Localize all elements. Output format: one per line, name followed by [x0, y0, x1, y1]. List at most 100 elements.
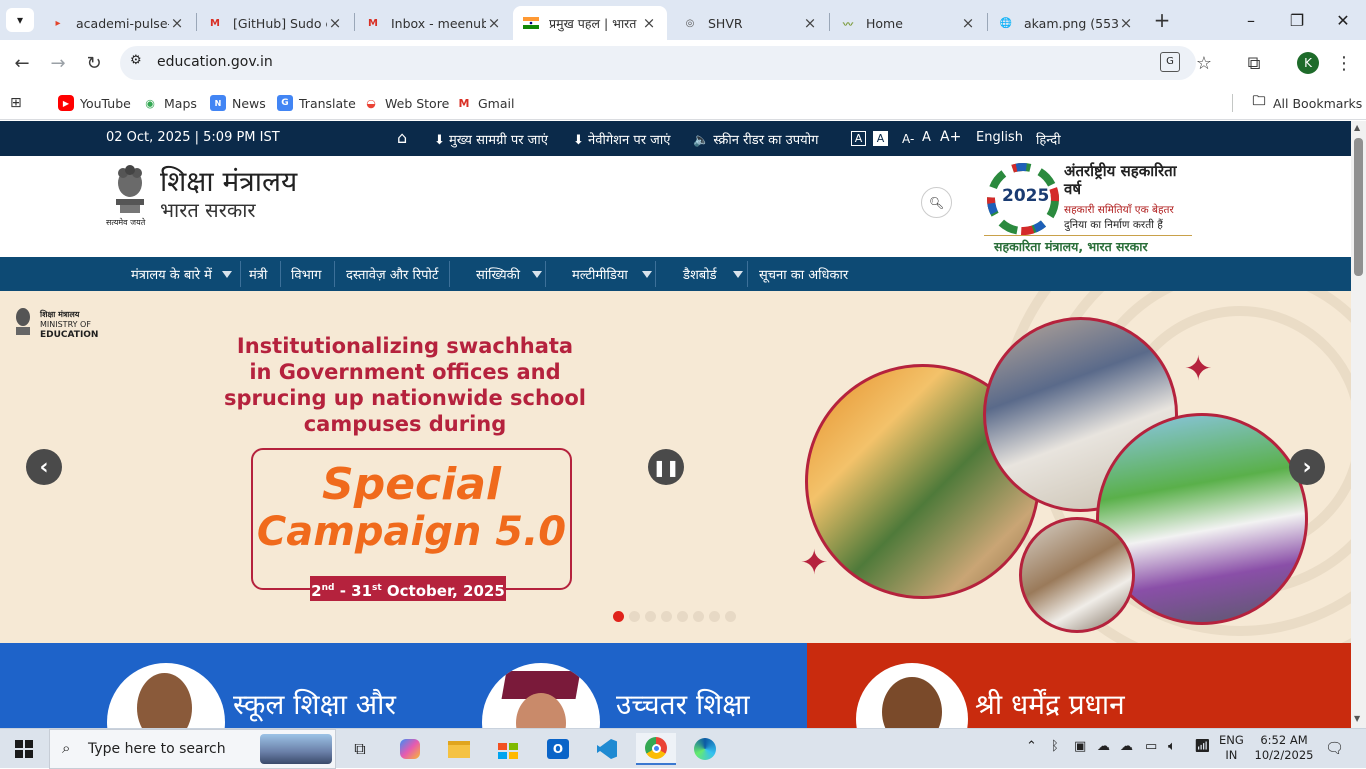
- bookmark-maps[interactable]: ◉ Maps: [142, 92, 197, 114]
- close-icon[interactable]: ×: [641, 14, 657, 32]
- nav-documents[interactable]: दस्तावेज़ और रिपोर्ट: [346, 265, 438, 283]
- nav-minister[interactable]: मंत्री: [249, 265, 267, 283]
- page-scrollbar[interactable]: ▲ ▼: [1351, 121, 1366, 728]
- tab-search-button[interactable]: ▾: [6, 8, 34, 32]
- start-button[interactable]: [4, 733, 44, 765]
- slider-dot[interactable]: [725, 611, 736, 622]
- ministry-title[interactable]: शिक्षा मंत्रालय: [160, 162, 297, 200]
- skip-nav-link[interactable]: ⬇ नेवीगेशन पर जाएं: [573, 130, 670, 148]
- extensions-icon[interactable]: ⧉: [1241, 50, 1267, 76]
- slider-next-button[interactable]: ›: [1289, 449, 1325, 485]
- menu-kebab-icon[interactable]: ⋮: [1331, 50, 1357, 76]
- slider-dot[interactable]: [629, 611, 640, 622]
- close-icon[interactable]: ×: [1118, 14, 1134, 32]
- national-emblem[interactable]: सत्यमेव जयते: [106, 161, 152, 227]
- nav-statistics[interactable]: सांख्यिकी: [476, 265, 520, 283]
- close-icon[interactable]: ×: [486, 14, 502, 32]
- tray-network-off-icon[interactable]: ☁: [1097, 739, 1110, 754]
- slider-dot[interactable]: [677, 611, 688, 622]
- bookmark-news[interactable]: N News: [210, 92, 266, 114]
- screen-reader-link[interactable]: 🔈 स्क्रीन रीडर का उपयोग: [693, 130, 818, 148]
- close-icon[interactable]: ×: [327, 14, 343, 32]
- clock[interactable]: 6:52 AM 10/2/2025: [1254, 733, 1314, 763]
- slider-dot[interactable]: [613, 611, 624, 622]
- wifi-icon[interactable]: 📶︎: [1194, 739, 1211, 754]
- ms-store-icon[interactable]: [488, 733, 528, 765]
- nav-departments[interactable]: विभाग: [291, 265, 321, 283]
- dropdown-arrow-icon[interactable]: [642, 271, 652, 278]
- input-language[interactable]: ENG IN: [1219, 733, 1244, 763]
- bookmark-translate[interactable]: G Translate: [277, 92, 356, 114]
- tray-meet-icon[interactable]: ▣: [1074, 739, 1086, 754]
- slider-pause-button[interactable]: ❚❚: [648, 449, 684, 485]
- outlook-icon[interactable]: O: [538, 733, 578, 765]
- bookmark-youtube[interactable]: ▶ YouTube: [58, 92, 131, 114]
- scroll-thumb[interactable]: [1354, 138, 1363, 276]
- slider-dot[interactable]: [661, 611, 672, 622]
- tab-2[interactable]: M Inbox - meenub ×: [355, 6, 512, 40]
- font-increase-button[interactable]: A+: [940, 129, 961, 145]
- coop-year-logo[interactable]: 2025 अंतर्राष्ट्रीय सहकारिता वर्ष सहकारी…: [980, 156, 1195, 257]
- url-text[interactable]: education.gov.in: [157, 54, 273, 70]
- card-higher-education[interactable]: उच्चतर शिक्षा: [413, 643, 807, 728]
- search-button[interactable]: 🔍︎: [921, 187, 952, 218]
- notifications-icon[interactable]: 🗨︎: [1325, 739, 1344, 757]
- tab-0[interactable]: ▸ academi-pulse-a ×: [40, 6, 195, 40]
- tab-4[interactable]: ◎ SHVR ×: [672, 6, 828, 40]
- card-minister[interactable]: श्री धर्मेंद्र प्रधान: [807, 643, 1351, 728]
- tab-3-active[interactable]: प्रमुख पहल | भारत ×: [513, 6, 667, 40]
- file-explorer-icon[interactable]: [439, 733, 479, 765]
- slider-prev-button[interactable]: ‹: [26, 449, 62, 485]
- back-icon[interactable]: ←: [9, 50, 35, 76]
- translate-page-icon[interactable]: G: [1160, 52, 1180, 72]
- bookmark-gmail[interactable]: M Gmail: [456, 92, 515, 114]
- dropdown-arrow-icon[interactable]: [532, 271, 542, 278]
- show-hidden-icons[interactable]: ⌃: [1026, 739, 1037, 754]
- close-window-button[interactable]: ✕: [1320, 0, 1366, 40]
- nav-about[interactable]: मंत्रालय के बारे में: [131, 265, 212, 283]
- restore-button[interactable]: ❐: [1274, 0, 1320, 40]
- tray-app-icon[interactable]: ᛒ: [1051, 739, 1059, 754]
- bookmark-star-icon[interactable]: ☆: [1191, 50, 1217, 76]
- card-school-education[interactable]: स्कूल शिक्षा और: [0, 643, 413, 728]
- task-view-icon[interactable]: ⧉: [340, 733, 380, 765]
- close-icon[interactable]: ×: [169, 14, 185, 32]
- tab-5[interactable]: 〰 Home ×: [830, 6, 986, 40]
- hero-slider[interactable]: शिक्षा मंत्रालय MINISTRY OF EDUCATION In…: [0, 291, 1351, 643]
- forward-icon[interactable]: →: [45, 50, 71, 76]
- site-info-icon[interactable]: ⚙: [130, 53, 142, 68]
- scroll-down-arrow[interactable]: ▼: [1354, 714, 1360, 723]
- battery-icon[interactable]: ▭: [1145, 739, 1157, 754]
- home-icon[interactable]: ⌂: [397, 128, 407, 147]
- lang-hindi-link[interactable]: हिन्दी: [1036, 130, 1061, 148]
- font-normal-button[interactable]: A: [922, 130, 931, 145]
- tray-onedrive-icon[interactable]: ☁: [1120, 739, 1133, 754]
- profile-avatar[interactable]: K: [1297, 52, 1319, 74]
- close-icon[interactable]: ×: [802, 14, 818, 32]
- taskbar-search[interactable]: ⌕ Type here to search: [49, 729, 336, 769]
- edge-icon[interactable]: [685, 733, 725, 765]
- slider-dot[interactable]: [645, 611, 656, 622]
- tab-6[interactable]: 🌐 akam.png (553× ×: [988, 6, 1144, 40]
- new-tab-button[interactable]: +: [1150, 8, 1174, 32]
- apps-grid-icon[interactable]: ⊞: [10, 92, 22, 114]
- chrome-taskbar-icon[interactable]: [636, 733, 676, 765]
- copilot-icon[interactable]: [390, 733, 430, 765]
- contrast-dark-button[interactable]: A: [851, 131, 866, 146]
- dropdown-arrow-icon[interactable]: [733, 271, 743, 278]
- slider-dot[interactable]: [709, 611, 720, 622]
- font-decrease-button[interactable]: A-: [902, 132, 914, 146]
- skip-main-link[interactable]: ⬇ मुख्य सामग्री पर जाएं: [434, 130, 548, 148]
- reload-icon[interactable]: ↻: [81, 50, 107, 76]
- dropdown-arrow-icon[interactable]: [222, 271, 232, 278]
- lang-english-link[interactable]: English: [976, 130, 1023, 145]
- slider-dot[interactable]: [693, 611, 704, 622]
- minimize-button[interactable]: –: [1228, 0, 1274, 40]
- tab-1[interactable]: M [GitHub] Sudo e ×: [197, 6, 353, 40]
- nav-dashboard[interactable]: डैशबोर्ड: [683, 265, 717, 283]
- address-bar[interactable]: ⚙ education.gov.in G: [120, 46, 1196, 80]
- scroll-up-arrow[interactable]: ▲: [1354, 123, 1360, 132]
- bookmark-webstore[interactable]: ◒ Web Store: [363, 92, 449, 114]
- nav-multimedia[interactable]: मल्टीमीडिया: [572, 265, 628, 283]
- vscode-icon[interactable]: [587, 733, 627, 765]
